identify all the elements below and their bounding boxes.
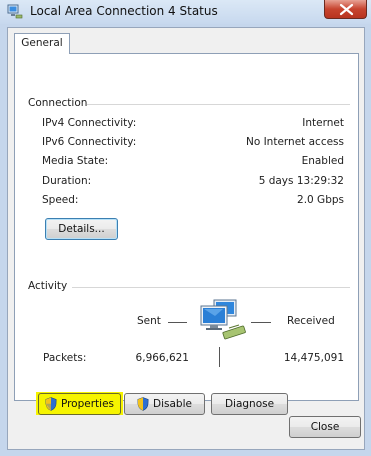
close-button[interactable]: Close — [289, 416, 361, 438]
received-label: Received — [287, 315, 335, 327]
details-button[interactable]: Details... — [45, 218, 118, 240]
activity-divider — [72, 287, 350, 288]
duration-value: 5 days 13:29:32 — [258, 175, 344, 187]
window-title: Local Area Connection 4 Status — [30, 4, 218, 18]
disable-button-label: Disable — [153, 398, 192, 410]
title-close-button[interactable] — [324, 0, 367, 19]
close-icon — [339, 3, 354, 16]
ipv6-connectivity-value: No Internet access — [245, 136, 344, 148]
ipv4-connectivity-value: Internet — [302, 117, 344, 129]
properties-button[interactable]: Properties — [38, 393, 121, 415]
network-computers-icon — [200, 299, 246, 340]
ipv4-connectivity-label: IPv4 Connectivity: — [42, 117, 137, 129]
packets-separator — [219, 347, 220, 367]
uac-shield-icon — [137, 397, 149, 411]
connection-divider — [85, 104, 350, 105]
packets-sent-value: 6,966,621 — [135, 352, 189, 364]
diagnose-button[interactable]: Diagnose — [211, 393, 288, 415]
sent-label: Sent — [137, 315, 161, 327]
ipv6-connectivity-label: IPv6 Connectivity: — [42, 136, 137, 148]
status-dialog: General Connection IPv4 Connectivity: In… — [7, 27, 365, 450]
activity-group-label: Activity — [28, 280, 68, 292]
speed-value: 2.0 Gbps — [297, 194, 344, 206]
title-bar: Local Area Connection 4 Status — [0, 0, 371, 24]
tab-panel-general: Connection IPv4 Connectivity: Internet I… — [14, 53, 359, 415]
network-connection-icon — [7, 4, 23, 19]
speed-label: Speed: — [42, 194, 79, 206]
uac-shield-icon — [45, 397, 57, 411]
properties-button-label: Properties — [60, 398, 115, 410]
tab-general[interactable]: General — [14, 33, 70, 54]
packets-label: Packets: — [43, 352, 87, 364]
received-dash — [251, 322, 271, 323]
duration-label: Duration: — [42, 175, 92, 187]
connection-group-label: Connection — [28, 97, 88, 109]
packets-received-value: 14,475,091 — [283, 352, 344, 364]
sent-dash — [168, 322, 187, 323]
disable-button[interactable]: Disable — [124, 393, 205, 415]
media-state-value: Enabled — [301, 155, 344, 167]
media-state-label: Media State: — [42, 155, 109, 167]
